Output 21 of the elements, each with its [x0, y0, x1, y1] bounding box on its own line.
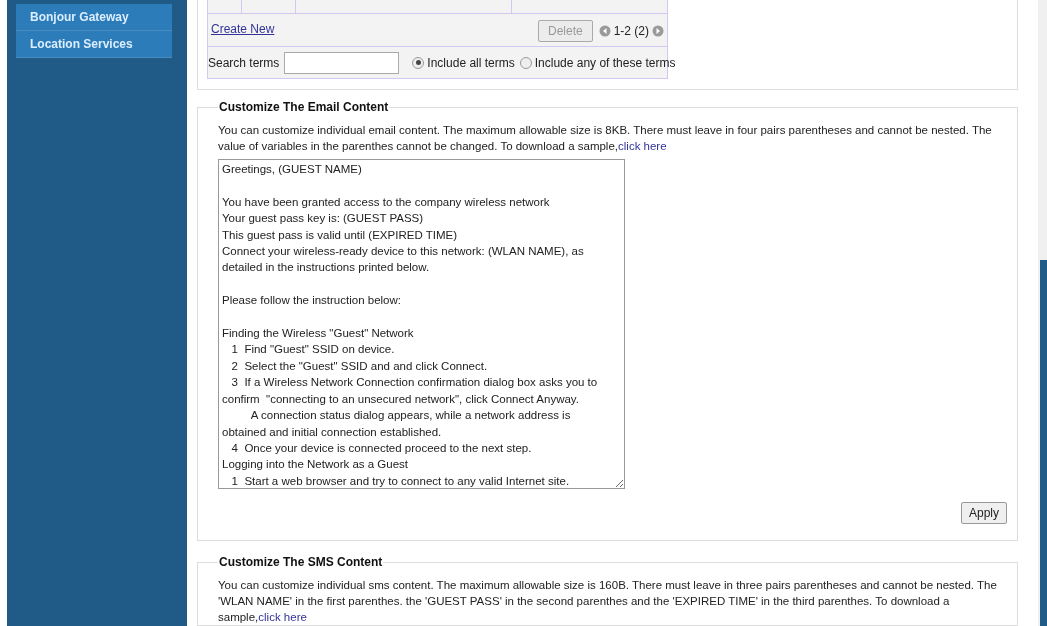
apply-button[interactable]: Apply [960, 502, 1007, 524]
scrollbar[interactable] [1038, 0, 1047, 626]
create-new-link[interactable]: Create New [211, 20, 275, 38]
search-field[interactable] [284, 51, 400, 74]
next-page-icon[interactable] [652, 25, 664, 37]
radio-button[interactable] [412, 56, 425, 69]
radio-button[interactable] [519, 56, 532, 69]
email-content-field[interactable]: Greetings, (GUEST NAME) You have been granted access to the company wireless network Your guest pass key is: (GUEST PASS) This guest pass is valid until (EXPIRED TIME) Connect your wireless-ready device to this network: (WLAN NAME), as detailed in the instructions printed below. Please follow the instruction below: Finding the Wireless "Guest" Network 1 Find "Guest" SSID on device. 2 Select the "Guest" SSID and and click Connect. 3 If a Wireless Network Connection confirmation dialog box asks you to confirm "connecting to an unsecured network", click Connect Anyway. A connection status dialog appears, while a network address is obtained and initial connection established. 4 Once your device is connected proceed to the next step. Logging into the Network as a Guest 1 Start a web browser and try to connect to any valid Internet site. [218, 159, 625, 489]
email-description: You can customize individual email content. The maximum allowable size is 8KB. There must leave in four pairs parentheses and cannot be nested. The value of variables in the parenthes cannot be changed. To download a sample,click here [218, 123, 993, 154]
sidebar-item[interactable]: Location Services [16, 31, 172, 58]
search-label: Search terms [208, 54, 280, 72]
radio-label: Include any of these terms [534, 54, 676, 72]
section-title: Customize The SMS Content [218, 554, 384, 571]
section-title: Customize The Email Content [218, 99, 390, 116]
pagination-text: 1-2 (2) [613, 23, 649, 40]
sample-link[interactable]: click here [618, 140, 667, 152]
previous-page-icon[interactable] [598, 25, 611, 37]
sidebar-item[interactable]: Bonjour Gateway [16, 4, 172, 31]
radio-label: Include all terms [427, 54, 515, 72]
sms-description: You can customize individual sms content. The maximum allowable size is 160B. There must leave in three pairs parentheses and cannot be nested. The 'WLAN NAME' in the first parenthes. the 'GUEST PASS' in the second parenthes and the 'EXPIRED TIME' in the third parenthes. To download a sample,click here [218, 578, 998, 625]
sample-link[interactable]: click here [258, 611, 307, 623]
